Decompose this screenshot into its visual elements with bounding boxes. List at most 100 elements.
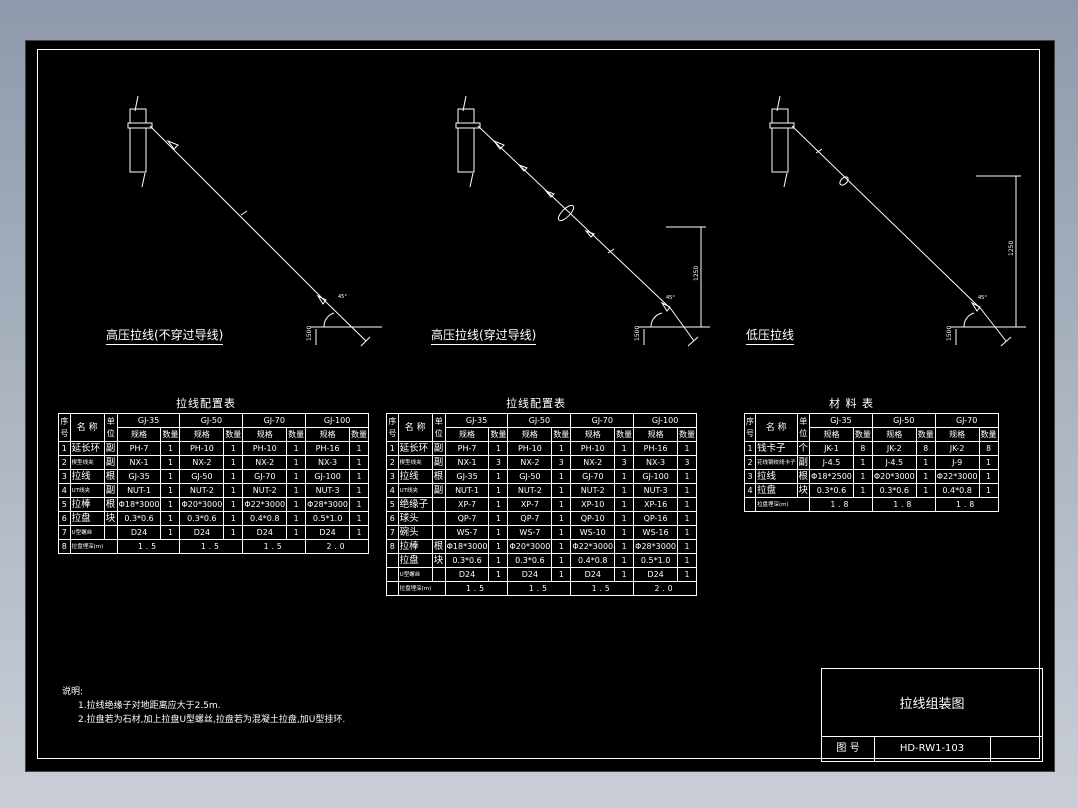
subheader-spec: 规格 <box>444 427 490 442</box>
row-spec: D24 <box>242 525 288 540</box>
header-group: GJ-35 <box>116 413 181 428</box>
drawing-title: 拉线组装图 <box>822 669 1042 737</box>
row-qty: 1 <box>223 469 244 484</box>
row-qty: 8 <box>852 441 873 456</box>
row-depth-value: 2.0 <box>633 581 697 596</box>
row-qty: 1 <box>223 455 244 470</box>
subheader-qty: 数量 <box>349 427 369 442</box>
row-qty: 1 <box>488 483 509 498</box>
row-qty: 1 <box>160 497 181 512</box>
subheader-qty: 数量 <box>286 427 307 442</box>
table-row: 4 UT线夹副 NUT-1 1 NUT-2 1 NUT-2 1 NUT-3 1 <box>386 483 697 498</box>
row-depth-value: 1.5 <box>179 539 244 554</box>
row-qty: 3 <box>551 455 572 470</box>
row-spec: 0.3*0.6 <box>179 511 225 526</box>
row-qty: 1 <box>978 483 999 498</box>
row-qty: 3 <box>677 455 697 470</box>
subheader-spec: 规格 <box>116 427 162 442</box>
header-seq: 序号 <box>744 413 756 442</box>
row-spec: Φ20*3000 <box>871 469 917 484</box>
row-spec: WS-7 <box>444 525 490 540</box>
row-seq: 5 <box>58 497 71 512</box>
row-spec: QP-7 <box>507 511 553 526</box>
subheader-qty: 数量 <box>614 427 635 442</box>
row-qty: 1 <box>160 483 181 498</box>
row-spec: PH-16 <box>633 441 678 456</box>
table-row: 4 拉盘块 0.3*0.6 1 0.3*0.6 1 0.4*0.8 1 <box>744 483 999 498</box>
row-qty: 1 <box>551 497 572 512</box>
row-depth-value: 2.0 <box>305 539 369 554</box>
row-spec: XP-7 <box>507 497 553 512</box>
row-spec: Φ22*3000 <box>242 497 288 512</box>
row-unit: 个 <box>796 441 811 456</box>
row-spec: 0.5*1.0 <box>633 553 678 568</box>
row-spec: NX-2 <box>242 455 288 470</box>
row-spec: Φ28*3000 <box>633 539 678 554</box>
row-qty: 1 <box>160 455 181 470</box>
table-row: 2 楔型线夹副 NX-1 1 NX-2 1 NX-2 1 NX-3 1 <box>58 455 369 470</box>
row-name: 绝缘子 <box>397 497 433 512</box>
row-spec: XP-10 <box>570 497 616 512</box>
row-qty: 1 <box>551 511 572 526</box>
table-row: 6 拉盘块 0.3*0.6 1 0.3*0.6 1 0.4*0.8 1 0.5*1.0 1 <box>58 511 369 526</box>
diagram-3-drawing: 1250 45° 1500 <box>769 95 1026 347</box>
row-spec: 0.3*0.6 <box>507 553 553 568</box>
row-spec: GJ-35 <box>116 469 162 484</box>
row-qty: 1 <box>286 497 307 512</box>
row-name: 钱卡子 <box>755 441 798 456</box>
row-name: 花线钢绞线卡子 <box>755 455 798 470</box>
svg-text:45°: 45° <box>978 295 987 301</box>
row-qty: 1 <box>551 525 572 540</box>
row-spec: NX-2 <box>507 455 553 470</box>
row-spec: 0.4*0.8 <box>242 511 288 526</box>
row-qty: 1 <box>488 441 509 456</box>
row-spec: JK-1 <box>809 441 854 456</box>
svg-text:45°: 45° <box>666 295 675 301</box>
subheader-qty: 数量 <box>488 427 509 442</box>
row-seq: 4 <box>744 483 756 498</box>
diagram-3-caption: 低压拉线 <box>746 326 795 345</box>
row-qty: 1 <box>852 483 873 498</box>
row-qty: 1 <box>614 539 635 554</box>
row-qty: 1 <box>614 483 635 498</box>
row-qty: 1 <box>551 483 572 498</box>
header-group: GJ-35 <box>444 413 509 428</box>
row-name: 拉线 <box>397 469 433 484</box>
row-qty: 1 <box>978 469 999 484</box>
row-qty: 1 <box>223 497 244 512</box>
table-header-row: 序号名 称单位 GJ-35 GJ-50 GJ-70 <box>744 413 999 442</box>
row-qty: 1 <box>852 469 873 484</box>
row-qty: 3 <box>614 455 635 470</box>
subheader-spec: 规格 <box>507 427 553 442</box>
table-row: 7 U型螺丝 D24 1 D24 1 D24 1 D24 1 <box>58 525 369 540</box>
table-row: 3 拉线根 GJ-35 1 GJ-50 1 GJ-70 1 GJ-100 1 <box>58 469 369 484</box>
row-seq: 6 <box>58 511 71 526</box>
row-seq: 8 <box>386 539 399 554</box>
header-group: GJ-35 <box>809 413 873 428</box>
row-name: 延长环 <box>397 441 433 456</box>
row-depth-value: 1.5 <box>507 581 572 596</box>
row-seq <box>386 581 399 596</box>
row-qty: 1 <box>349 511 369 526</box>
row-spec: NUT-3 <box>633 483 678 498</box>
row-depth-value: 1.5 <box>570 581 635 596</box>
row-seq <box>386 553 399 568</box>
diagram-2-dim-label: 1500 <box>634 326 641 341</box>
row-qty: 1 <box>551 441 572 456</box>
row-qty: 1 <box>223 525 244 540</box>
row-spec: GJ-70 <box>570 469 616 484</box>
row-spec: GJ-100 <box>633 469 678 484</box>
row-qty: 1 <box>223 441 244 456</box>
svg-text:45°: 45° <box>338 294 347 300</box>
notes-heading: 说明: <box>62 687 84 697</box>
row-qty: 1 <box>614 553 635 568</box>
row-depth-value: 1.5 <box>116 539 181 554</box>
row-qty: 1 <box>223 511 244 526</box>
row-qty: 1 <box>614 567 635 582</box>
header-unit: 单位 <box>103 413 118 442</box>
row-qty: 1 <box>349 469 369 484</box>
row-spec: D24 <box>444 567 490 582</box>
row-name: 碗头 <box>397 525 433 540</box>
row-spec: NUT-1 <box>444 483 490 498</box>
diagram-2-caption: 高压拉线(穿过导线) <box>431 326 537 345</box>
